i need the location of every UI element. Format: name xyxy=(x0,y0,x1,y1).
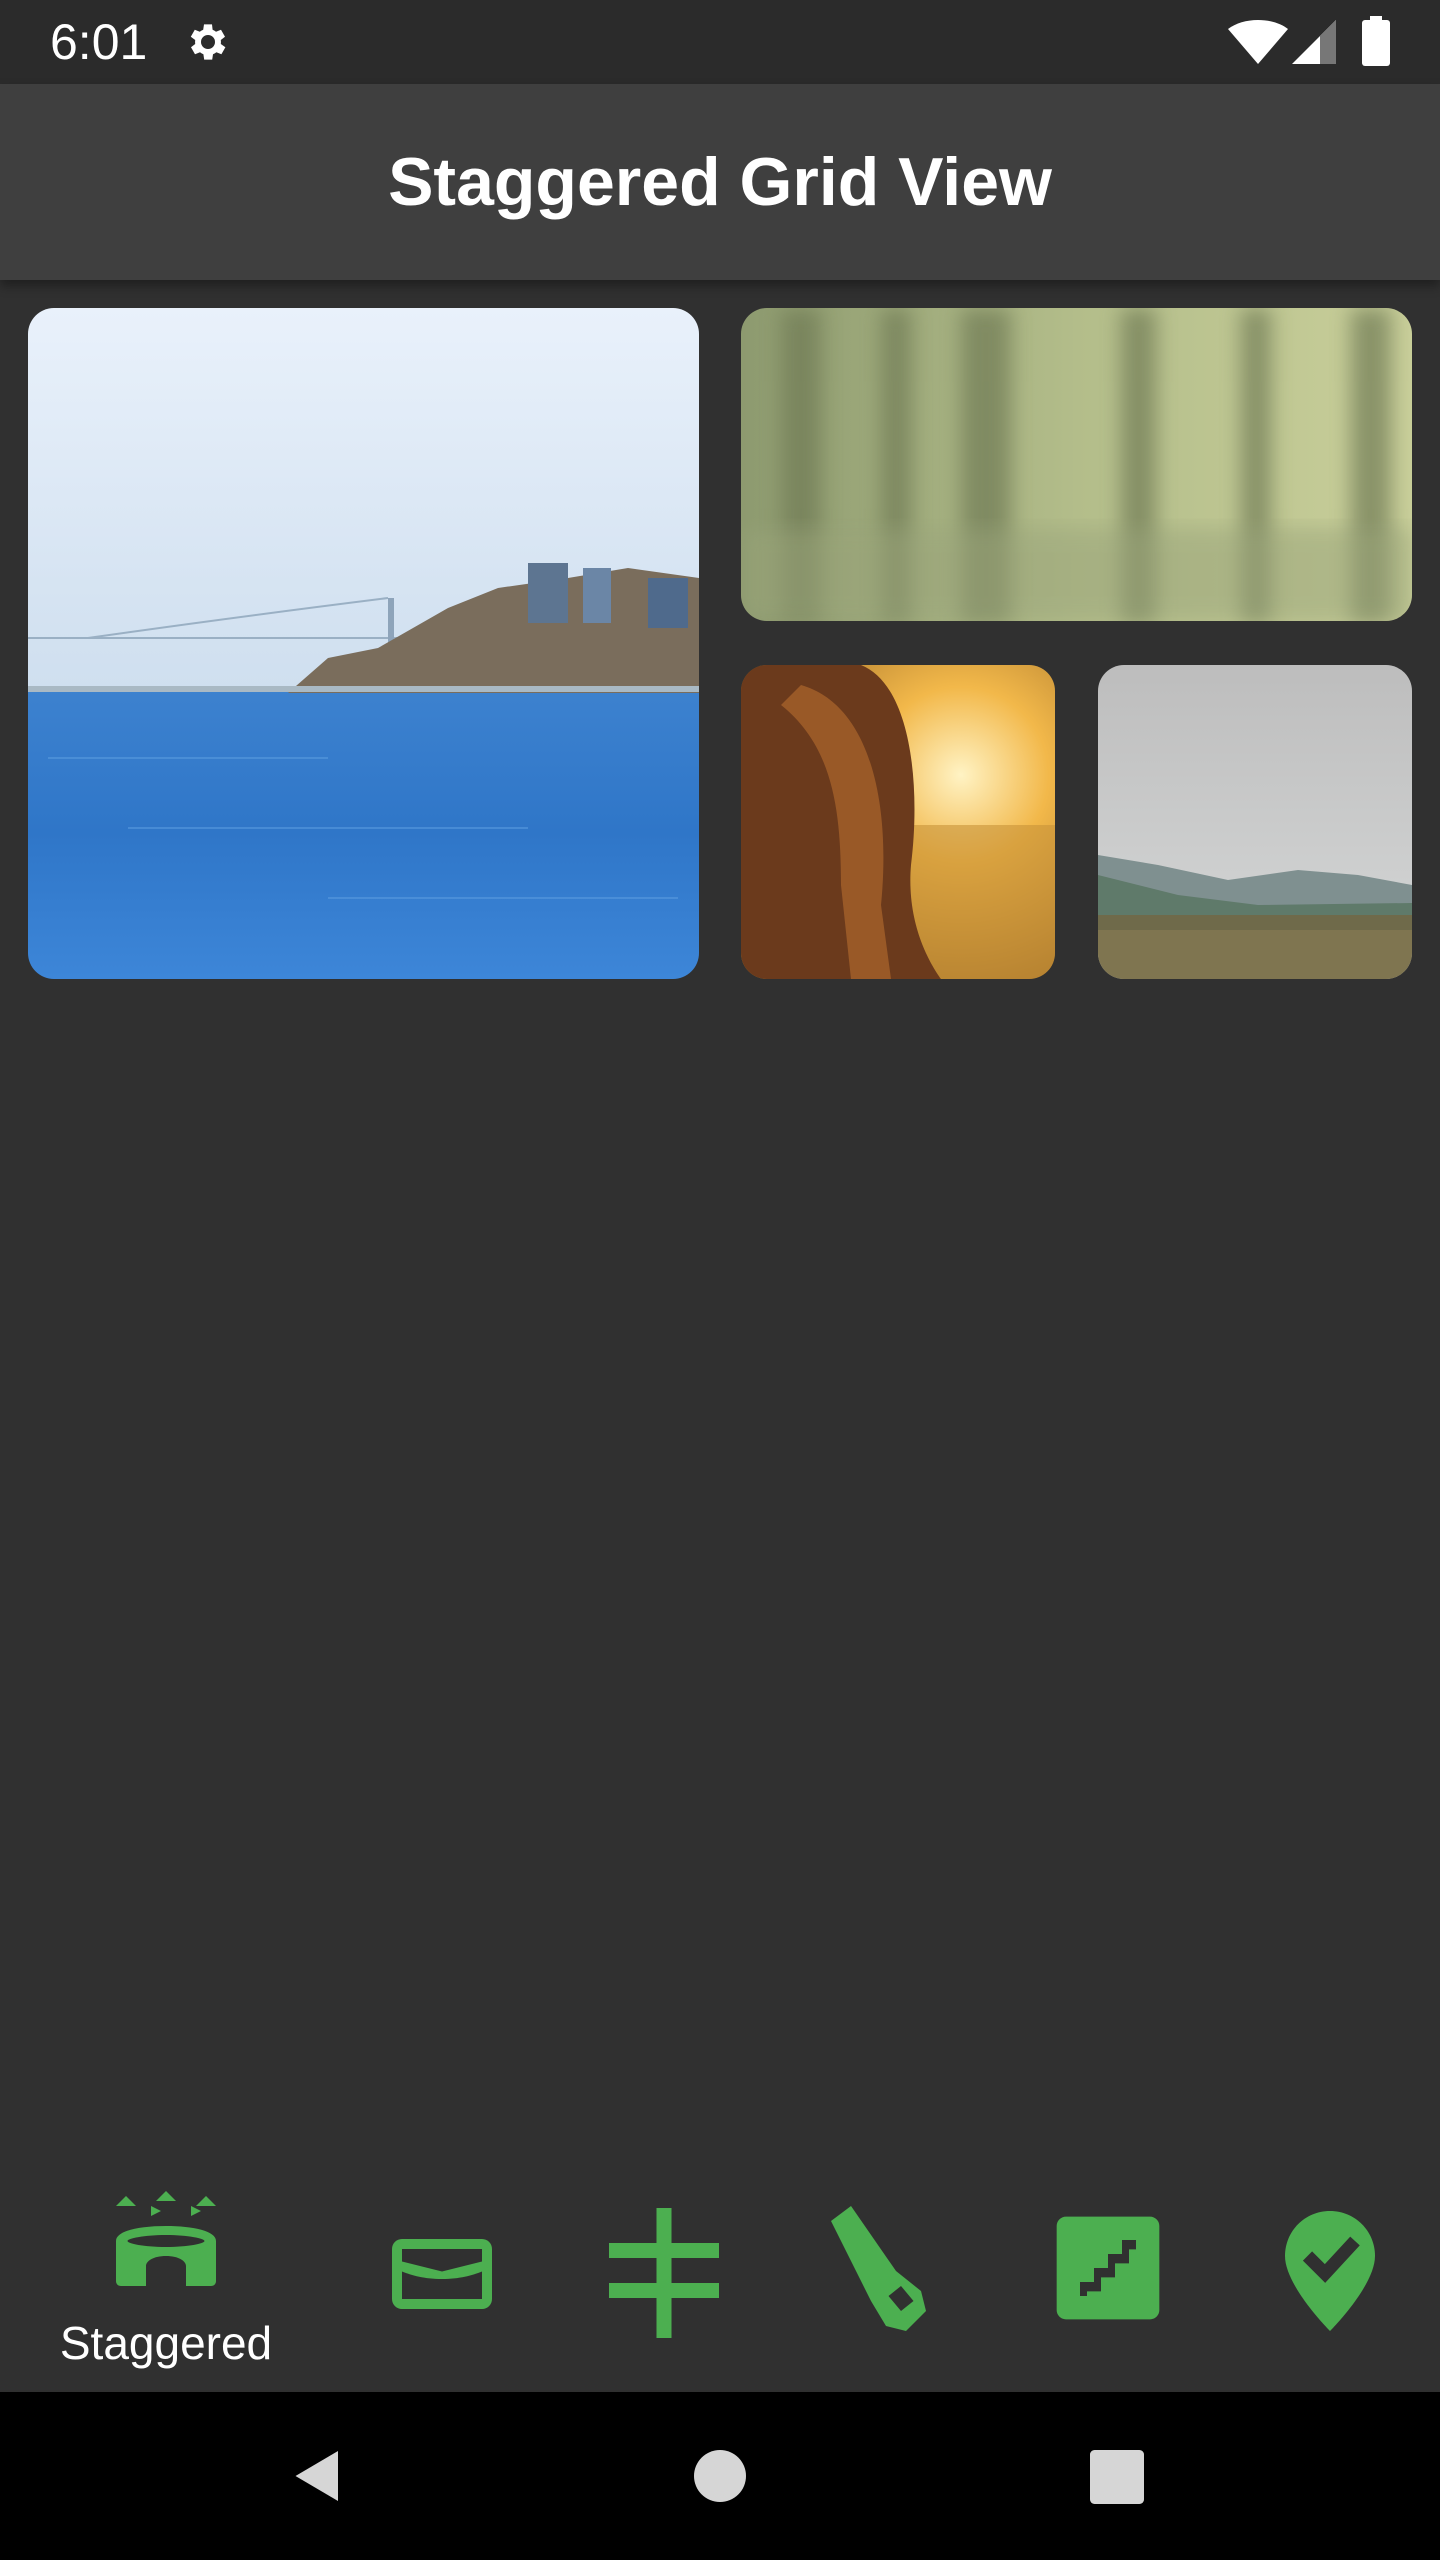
wallet-icon xyxy=(392,2239,492,2309)
app-bar: Staggered Grid View xyxy=(0,84,1440,280)
back-icon[interactable] xyxy=(288,2446,348,2506)
grid-tile-forest-photo[interactable] xyxy=(741,308,1412,621)
page-title: Staggered Grid View xyxy=(388,144,1052,220)
cloudy-valley-photo xyxy=(1098,665,1412,979)
stairs-icon xyxy=(1056,2216,1160,2320)
nav-item-location[interactable] xyxy=(1250,2170,1410,2392)
gear-icon xyxy=(190,24,226,60)
recents-icon[interactable] xyxy=(1090,2450,1144,2504)
nav-item-flashlight[interactable] xyxy=(806,2170,966,2392)
nav-item-cross[interactable] xyxy=(584,2170,744,2392)
wifi-icon xyxy=(1228,20,1288,64)
system-navigation-bar xyxy=(0,2392,1440,2560)
not-equal-cross-icon xyxy=(609,2208,719,2338)
stadium-icon xyxy=(116,2191,216,2286)
grid-tile-city-photo[interactable] xyxy=(28,308,699,979)
flashlight-icon xyxy=(831,2206,926,2331)
nav-item-staggered[interactable]: Staggered xyxy=(36,2170,296,2392)
nav-label-staggered: Staggered xyxy=(59,2317,273,2369)
status-time: 6:01 xyxy=(50,14,148,70)
home-icon[interactable] xyxy=(694,2450,746,2502)
signal-icon xyxy=(1292,20,1336,64)
girl-sunset-photo xyxy=(741,665,1055,979)
nav-item-wallet[interactable] xyxy=(362,2170,522,2392)
bottom-navigation: Staggered xyxy=(0,2170,1440,2392)
location-check-icon xyxy=(1285,2211,1375,2331)
status-bar: 6:01 xyxy=(0,0,1440,84)
battery-icon xyxy=(1362,16,1390,66)
city-bay-photo xyxy=(28,308,699,979)
grid-tile-valley-photo[interactable] xyxy=(1098,665,1412,979)
grid-tile-girl-photo[interactable] xyxy=(741,665,1055,979)
nav-item-stairs[interactable] xyxy=(1028,2170,1188,2392)
forest-photo xyxy=(741,308,1412,621)
